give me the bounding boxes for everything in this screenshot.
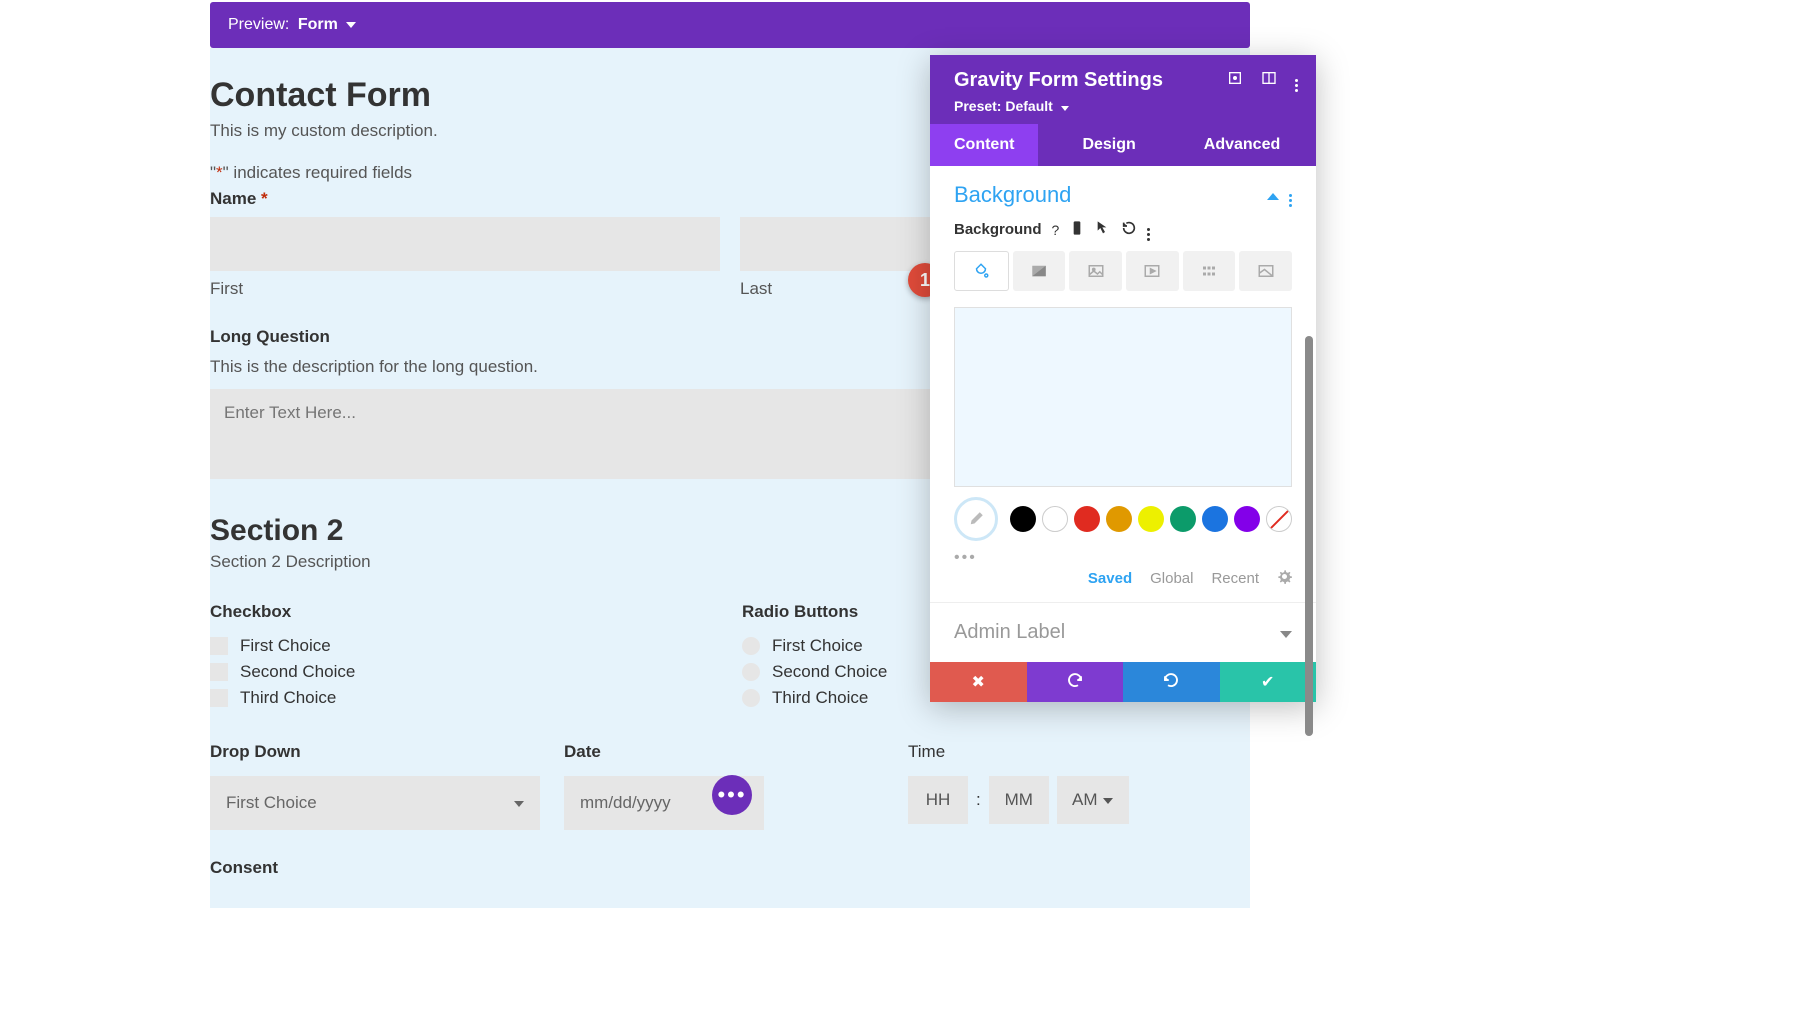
tab-design[interactable]: Design (1058, 124, 1159, 166)
background-type-tabs (930, 251, 1316, 291)
checkbox-choice[interactable]: Second Choice (210, 662, 718, 682)
checkbox-icon (210, 663, 228, 681)
tab-advanced[interactable]: Advanced (1180, 124, 1304, 166)
swatch-none[interactable] (1266, 506, 1292, 532)
checkbox-choice[interactable]: First Choice (210, 636, 718, 656)
radio-icon (742, 689, 760, 707)
hover-icon[interactable] (1095, 220, 1111, 239)
preview-bar[interactable]: Preview: Form (210, 2, 1250, 48)
radio-icon (742, 663, 760, 681)
swatch-red[interactable] (1074, 506, 1100, 532)
dropdown-label: Drop Down (210, 742, 540, 762)
checkbox-choice[interactable]: Third Choice (210, 688, 718, 708)
expand-icon[interactable] (1227, 70, 1243, 91)
first-name-input[interactable] (210, 217, 720, 271)
palette-tabs: Saved Global Recent (930, 569, 1316, 602)
bg-type-image[interactable] (1069, 251, 1122, 291)
background-label: Background (954, 221, 1042, 238)
radio-icon (742, 637, 760, 655)
swatch-white[interactable] (1042, 506, 1068, 532)
more-swatches-icon[interactable]: ••• (930, 541, 1316, 569)
dropdown-field[interactable]: First Choice (210, 776, 540, 830)
swatch-black[interactable] (1010, 506, 1036, 532)
redo-icon (1162, 671, 1180, 694)
settings-panel: Gravity Form Settings Preset: Default Co… (930, 55, 1316, 702)
color-preview[interactable] (954, 307, 1292, 487)
panel-body: Background Background ? (930, 166, 1316, 602)
swatch-purple[interactable] (1234, 506, 1260, 532)
time-hh-input[interactable]: HH (908, 776, 968, 824)
palette-tab-global[interactable]: Global (1150, 570, 1193, 587)
time-mm-input[interactable]: MM (989, 776, 1049, 824)
date-placeholder: mm/dd/yyyy (580, 793, 671, 813)
chevron-down-icon (514, 793, 524, 813)
swatch-blue[interactable] (1202, 506, 1228, 532)
bg-type-color[interactable] (954, 251, 1009, 291)
admin-label-section[interactable]: Admin Label (930, 602, 1316, 662)
eyedropper-button[interactable] (954, 497, 998, 541)
panel-tabs: Content Design Advanced (930, 124, 1316, 166)
checkbox-group-label: Checkbox (210, 602, 718, 622)
phone-icon[interactable] (1069, 220, 1085, 239)
more-icon[interactable] (1295, 69, 1298, 92)
dropdown-value: First Choice (226, 793, 317, 813)
checkbox-icon (210, 637, 228, 655)
caret-down-icon (1061, 103, 1069, 114)
undo-button[interactable] (1027, 662, 1124, 702)
bg-type-mask[interactable] (1239, 251, 1292, 291)
redo-button[interactable] (1123, 662, 1220, 702)
palette-tab-saved[interactable]: Saved (1088, 570, 1132, 587)
time-ampm-select[interactable]: AM (1057, 776, 1129, 824)
color-swatches (930, 497, 1316, 541)
swatch-teal[interactable] (1170, 506, 1196, 532)
cancel-button[interactable]: ✖ (930, 662, 1027, 702)
gear-icon[interactable] (1277, 569, 1292, 588)
save-button[interactable]: ✔ (1220, 662, 1317, 702)
module-actions-button[interactable]: ••• (712, 775, 752, 815)
section-more-icon[interactable] (1289, 184, 1292, 207)
bg-type-gradient[interactable] (1013, 251, 1066, 291)
swatch-yellow[interactable] (1138, 506, 1164, 532)
panel-title: Gravity Form Settings (954, 69, 1163, 92)
panel-header: Gravity Form Settings Preset: Default (930, 55, 1316, 124)
time-separator: : (976, 790, 981, 810)
ellipsis-icon: ••• (717, 782, 746, 808)
snap-icon[interactable] (1261, 70, 1277, 91)
reset-icon[interactable] (1121, 220, 1137, 239)
help-icon[interactable]: ? (1052, 222, 1060, 238)
first-sublabel: First (210, 279, 720, 299)
time-label: Time (908, 742, 1129, 762)
close-icon: ✖ (972, 672, 985, 692)
chevron-up-icon[interactable] (1267, 187, 1279, 203)
preview-value: Form (298, 16, 338, 33)
preset-selector[interactable]: Preset: Default (954, 98, 1298, 114)
section-background-title[interactable]: Background (954, 182, 1071, 208)
chevron-down-icon (1280, 621, 1292, 644)
chevron-down-icon (1103, 790, 1113, 810)
bg-type-video[interactable] (1126, 251, 1179, 291)
swatch-orange[interactable] (1106, 506, 1132, 532)
bg-type-pattern[interactable] (1183, 251, 1236, 291)
check-icon: ✔ (1261, 672, 1274, 692)
consent-label: Consent (210, 858, 1250, 878)
checkbox-icon (210, 689, 228, 707)
preview-label: Preview: (228, 16, 289, 33)
scrollbar[interactable] (1305, 336, 1313, 736)
field-more-icon[interactable] (1147, 218, 1150, 241)
tab-content[interactable]: Content (930, 124, 1038, 166)
palette-tab-recent[interactable]: Recent (1211, 570, 1259, 587)
caret-down-icon (346, 16, 356, 34)
panel-footer: ✖ ✔ (930, 662, 1316, 702)
undo-icon (1066, 671, 1084, 694)
date-label: Date (564, 742, 764, 762)
